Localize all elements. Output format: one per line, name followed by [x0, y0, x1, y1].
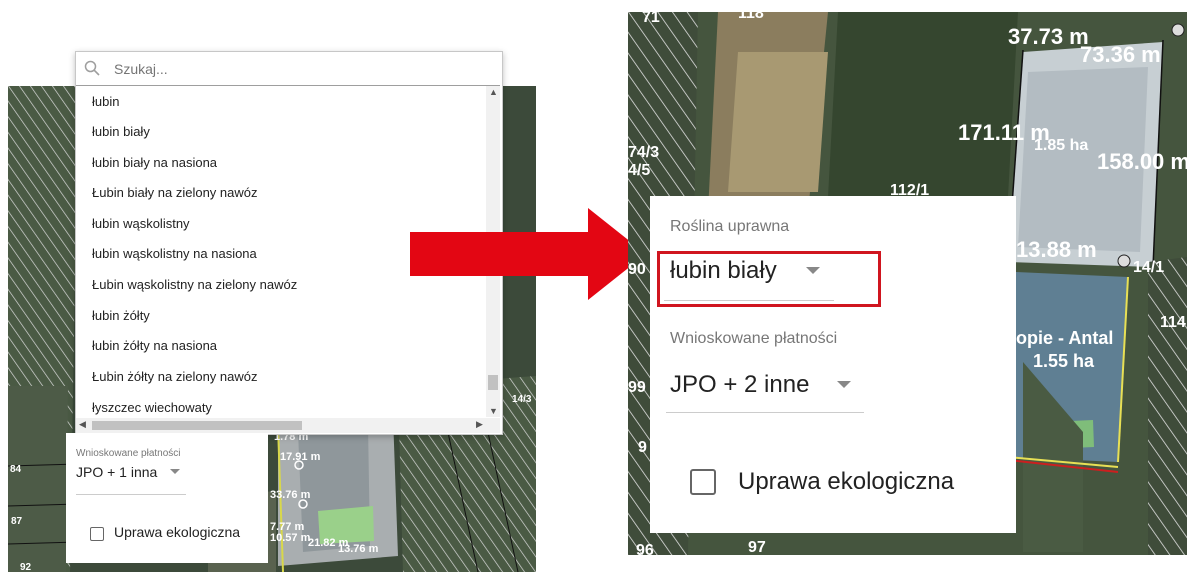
list-item[interactable]: łubin wąskolistny na nasiona	[92, 246, 257, 261]
search-input[interactable]	[114, 58, 484, 80]
left-map-label: 17.91 m	[280, 451, 321, 463]
right-map-label: 71	[642, 12, 660, 26]
right-map-label: 97	[748, 539, 766, 555]
list-item[interactable]: Łubin żółty na zielony nawóz	[92, 369, 258, 384]
right-map-label: 73.36 m	[1080, 42, 1161, 67]
eco-label: Uprawa ekologiczna	[738, 468, 955, 495]
search-icon	[84, 60, 100, 76]
list-item[interactable]: Łubin wąskolistny na zielony nawóz	[92, 277, 297, 292]
right-map-label: 14/1	[1133, 259, 1164, 276]
crop-label: Roślina uprawna	[670, 218, 790, 235]
left-map-label: 92	[20, 562, 32, 572]
eco-label: Uprawa ekologiczna	[114, 524, 241, 540]
right-map-label: 74/3	[628, 144, 659, 161]
right-map-label: 9	[638, 439, 647, 456]
right-map-label: 96	[636, 542, 654, 555]
right-map-label: 90	[628, 261, 646, 278]
right-map-label: 1.85 ha	[1034, 137, 1088, 154]
right-map-label: 99	[628, 379, 646, 396]
left-form-panel: Wnioskowane płatności JPO + 1 inna Upraw…	[66, 433, 268, 563]
right-map-label: 118	[738, 12, 764, 22]
left-map-label: 84	[10, 464, 22, 475]
payments-label: Wnioskowane płatności	[670, 330, 838, 347]
caret-down-icon[interactable]	[170, 469, 180, 474]
eco-checkbox[interactable]	[90, 527, 104, 541]
arrow-right-icon	[410, 208, 646, 300]
right-map-label: opie - Antal	[1016, 328, 1113, 348]
left-map-label: 14/3	[512, 394, 532, 405]
eco-checkbox[interactable]	[690, 469, 716, 495]
payments-select[interactable]: JPO + 2 inne	[670, 371, 809, 399]
highlight-box	[657, 251, 881, 307]
crop-form-card: Roślina uprawna łubin biały Wnioskowane …	[650, 196, 1016, 533]
list-item[interactable]: łubin wąskolistny	[92, 216, 190, 231]
arrow-shape	[410, 208, 646, 300]
left-map-label: 33.76 m	[270, 489, 311, 501]
payments-label: Wnioskowane płatności	[76, 448, 181, 459]
right-map-label: 4/5	[628, 162, 650, 179]
list-item[interactable]: łubin żółty	[92, 308, 150, 323]
scroll-left-icon[interactable]: ◀	[79, 419, 86, 430]
list-item[interactable]: Łubin biały na zielony nawóz	[92, 185, 258, 200]
search-row	[76, 52, 500, 86]
left-map-label: 10.57 m	[270, 532, 311, 544]
list-item[interactable]: łyszczec wiechowaty	[92, 400, 212, 415]
right-map-label: 37.73 m	[1008, 24, 1089, 49]
list-item[interactable]: łubin biały	[92, 124, 150, 139]
list-item[interactable]: łubin żółty na nasiona	[92, 338, 217, 353]
scroll-right-icon[interactable]: ▶	[476, 419, 483, 430]
horizontal-scroll-thumb[interactable]	[92, 421, 302, 430]
payments-select[interactable]: JPO + 1 inna	[76, 464, 157, 480]
right-map-label: 114	[1160, 314, 1186, 331]
left-map-label: 87	[11, 516, 23, 527]
horizontal-scrollbar[interactable]: ◀ ▶	[76, 418, 500, 433]
select-underline	[666, 412, 864, 413]
list-item[interactable]: łubin	[92, 94, 119, 109]
right-map-label: 1.55 ha	[1033, 351, 1095, 371]
select-underline	[76, 494, 186, 495]
right-map-label: 13.88 m	[1016, 237, 1097, 262]
right-map-label: 158.00 m	[1097, 149, 1187, 174]
vertical-scroll-thumb[interactable]	[488, 375, 498, 390]
list-item[interactable]: łubin biały na nasiona	[92, 155, 217, 170]
scroll-down-icon[interactable]: ▼	[489, 406, 498, 416]
caret-down-icon[interactable]	[837, 381, 851, 388]
scroll-up-icon[interactable]: ▲	[489, 87, 498, 97]
left-map-label: 13.76 m	[338, 543, 379, 555]
